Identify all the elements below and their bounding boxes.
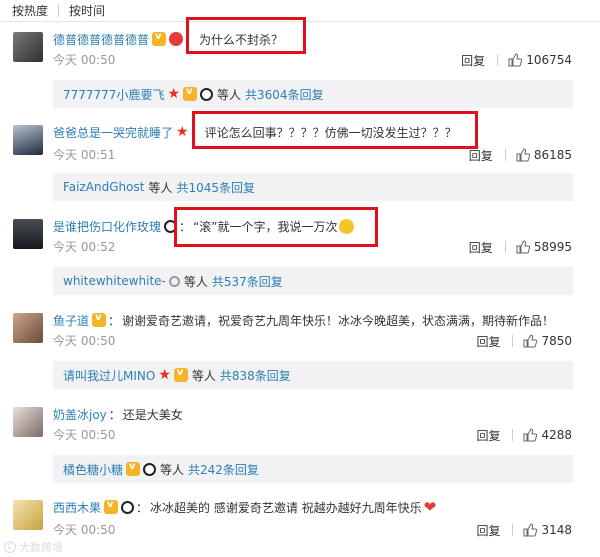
like-count: 58995 [533, 240, 572, 254]
reply-summary: 7777777小鹿要飞 ★ 等人 共3604条回复 [53, 80, 573, 108]
comment-username[interactable]: 奶盖冰joy [53, 406, 107, 423]
like-count: 7850 [541, 334, 572, 348]
comment-username[interactable]: 爸爸总是一哭完就睡了 [53, 124, 173, 141]
comment-username[interactable]: 鱼子道 [53, 312, 89, 329]
reply-username[interactable]: 橘色糖小糖 [63, 461, 123, 478]
star-badge-icon: ★ [176, 124, 189, 140]
comment-text: 冰冰超美的 感谢爱奇艺邀请 祝越办越好九周年快乐 [150, 500, 422, 515]
sort-by-hot[interactable]: 按热度 [12, 2, 48, 19]
like-count: 3148 [541, 523, 572, 537]
reply-button[interactable]: 回复 [469, 147, 493, 164]
comment-text: 谢谢爱奇艺邀请，祝爱奇艺九周年快乐！冰冰今晚超美，状态满满，期待新作品！ [122, 313, 555, 328]
comment-text: 还是大美女 [122, 407, 183, 422]
reply-button[interactable]: 回复 [461, 52, 485, 69]
comment-username[interactable]: 是谁把伤口化作玫瑰 [53, 218, 161, 235]
vip-badge-icon [152, 31, 167, 46]
comment-username[interactable]: 德普德普德普德普 [53, 31, 149, 48]
reply-count-link[interactable]: 共838条回复 [220, 367, 291, 384]
reply-username[interactable]: 7777777小鹿要飞 [63, 86, 164, 103]
comment-time: 今天 00:52 [53, 240, 116, 254]
reply-summary: FaizAndGhost 等人 共1045条回复 [53, 173, 573, 201]
highlight-box [174, 207, 378, 247]
like-button[interactable]: 86185 [516, 148, 572, 162]
thumbs-up-icon [523, 334, 538, 348]
ring-badge-icon [168, 275, 180, 287]
vip-badge-icon [92, 312, 107, 327]
panda-badge-icon [121, 500, 135, 514]
avatar[interactable] [13, 500, 43, 530]
star-badge-icon: ★ [158, 367, 171, 383]
reply-username[interactable]: 请叫我过儿MINO [63, 367, 155, 384]
avatar[interactable] [13, 313, 43, 343]
comment-time: 今天 00:50 [53, 53, 116, 67]
like-button[interactable]: 4288 [523, 428, 572, 442]
thumbs-up-icon [516, 240, 530, 254]
thumbs-up-icon [523, 428, 538, 442]
like-count: 4288 [541, 428, 572, 442]
watermark-logo-icon: C [4, 541, 16, 553]
like-button[interactable]: 58995 [516, 240, 572, 254]
thumbs-up-icon [523, 523, 538, 537]
comment-time: 今天 00:50 [53, 523, 116, 537]
reply-button[interactable]: 回复 [476, 427, 500, 444]
red-badge-icon [169, 32, 184, 46]
comment-actions: 回复 86185 [469, 147, 572, 163]
comment-username[interactable]: 西西木果 [53, 499, 101, 516]
comment-actions: 回复 106754 [461, 52, 572, 68]
like-button[interactable]: 3148 [523, 523, 572, 537]
comment-actions: 回复 4288 [476, 427, 572, 443]
avatar[interactable] [13, 219, 43, 249]
reply-count-link[interactable]: 共242条回复 [188, 461, 259, 478]
like-button[interactable]: 7850 [523, 334, 572, 348]
avatar[interactable] [13, 407, 43, 437]
comment-time: 今天 00:51 [53, 148, 116, 162]
comment-actions: 回复 58995 [469, 239, 572, 255]
comment-time: 今天 00:50 [53, 428, 116, 442]
like-button[interactable]: 106754 [508, 53, 572, 67]
panda-badge-icon [200, 87, 214, 101]
avatar[interactable] [13, 125, 43, 155]
sort-by-time[interactable]: 按时间 [69, 2, 105, 19]
reply-username[interactable]: whitewhitewhite- [63, 274, 166, 288]
reply-button[interactable]: 回复 [476, 522, 500, 539]
vip-badge-icon [173, 367, 188, 382]
like-count: 106754 [526, 53, 572, 67]
reply-username[interactable]: FaizAndGhost [63, 180, 144, 194]
star-badge-icon: ★ [167, 86, 181, 102]
thumbs-up-icon [508, 53, 523, 67]
heart-emoji-icon: ❤ [423, 498, 437, 516]
thumbs-up-icon [516, 148, 530, 162]
reply-summary: 请叫我过儿MINO ★ 等人 共838条回复 [53, 361, 573, 389]
reply-count-link[interactable]: 共537条回复 [212, 273, 283, 290]
highlight-box [186, 17, 306, 54]
watermark: C 大数跨境 [4, 539, 63, 555]
comment-actions: 回复 3148 [476, 522, 572, 538]
reply-count-link[interactable]: 共3604条回复 [245, 86, 324, 103]
vip-badge-icon [126, 461, 141, 476]
reply-summary: 橘色糖小糖 等人 共242条回复 [53, 455, 573, 483]
reply-count-link[interactable]: 共1045条回复 [176, 179, 255, 196]
vip-badge-icon [183, 86, 198, 101]
panda-badge-icon [143, 462, 157, 476]
comment-time: 今天 00:50 [53, 334, 116, 348]
like-count: 86185 [533, 148, 572, 162]
avatar[interactable] [13, 32, 43, 62]
reply-button[interactable]: 回复 [476, 333, 500, 350]
comment-actions: 回复 7850 [476, 333, 572, 349]
vip-badge-icon [104, 499, 119, 514]
reply-summary: whitewhitewhite- 等人 共537条回复 [53, 267, 573, 295]
reply-button[interactable]: 回复 [469, 239, 493, 256]
highlight-box [192, 111, 478, 149]
sort-divider [58, 4, 60, 17]
